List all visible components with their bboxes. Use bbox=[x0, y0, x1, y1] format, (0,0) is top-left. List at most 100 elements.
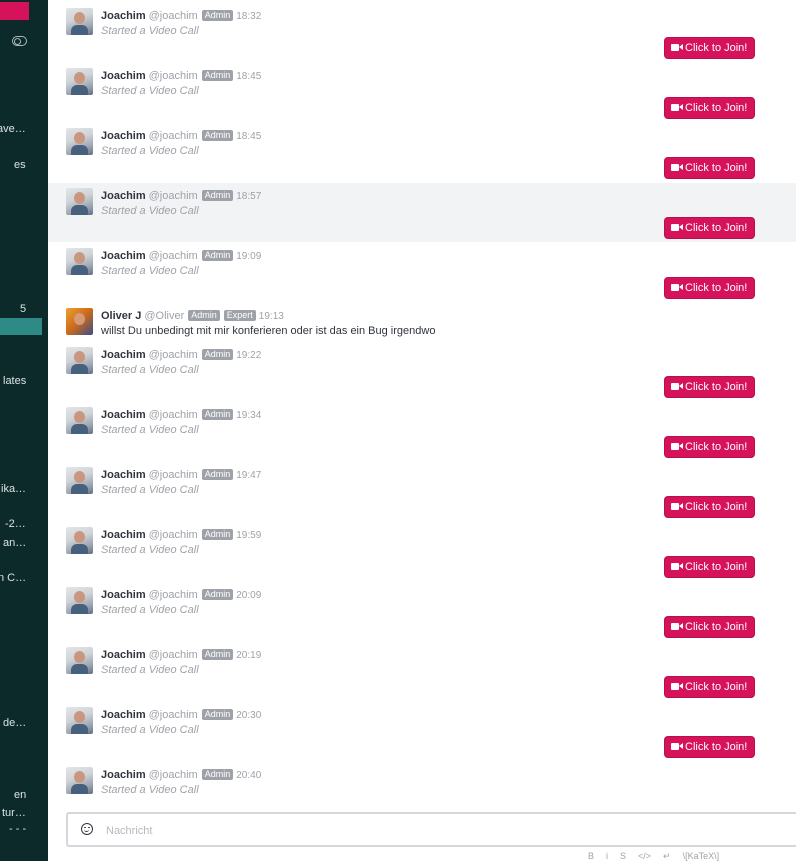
avatar[interactable] bbox=[66, 8, 93, 35]
join-call-label: Click to Join! bbox=[685, 441, 748, 453]
join-call-label: Click to Join! bbox=[685, 621, 748, 633]
join-call-button[interactable]: Click to Join! bbox=[665, 557, 754, 577]
sidebar-item[interactable]: es bbox=[14, 159, 26, 171]
video-camera-icon bbox=[671, 503, 683, 510]
author-name[interactable]: Joachim bbox=[101, 409, 146, 421]
sidebar-item[interactable]: ave… bbox=[0, 123, 26, 135]
join-call-button[interactable]: Click to Join! bbox=[665, 677, 754, 697]
sidebar-item[interactable]: ika… bbox=[1, 483, 26, 495]
avatar[interactable] bbox=[66, 308, 93, 335]
author-handle: @joachim bbox=[148, 649, 198, 661]
role-badge: Admin bbox=[201, 10, 234, 21]
sidebar-item[interactable]: lates bbox=[3, 375, 26, 387]
video-camera-icon bbox=[671, 383, 683, 390]
author-handle: @joachim bbox=[148, 130, 198, 142]
message-header: Joachim @joachim Admin 18:32 bbox=[101, 10, 261, 23]
bold-button[interactable]: B bbox=[588, 851, 594, 861]
message-header: Joachim @joachim Admin 18:45 bbox=[101, 130, 261, 143]
message-header: Joachim @joachim Admin 20:19 bbox=[101, 649, 261, 662]
join-call-label: Click to Join! bbox=[685, 381, 748, 393]
code-button[interactable]: </> bbox=[638, 851, 651, 861]
avatar[interactable] bbox=[66, 407, 93, 434]
join-call-button[interactable]: Click to Join! bbox=[665, 38, 754, 58]
message-body: Started a Video Call bbox=[101, 364, 199, 376]
sidebar-header-button[interactable] bbox=[0, 2, 29, 20]
join-call-button[interactable]: Click to Join! bbox=[665, 218, 754, 238]
message-body: Started a Video Call bbox=[101, 724, 199, 736]
author-name[interactable]: Joachim bbox=[101, 589, 146, 601]
avatar[interactable] bbox=[66, 647, 93, 674]
author-name[interactable]: Joachim bbox=[101, 469, 146, 481]
join-call-button[interactable]: Click to Join! bbox=[665, 737, 754, 757]
newline-button[interactable]: ↵ bbox=[663, 851, 671, 861]
message-header: Joachim @joachim Admin 19:22 bbox=[101, 349, 261, 362]
sidebar-item[interactable]: an… bbox=[3, 537, 26, 549]
sidebar-active-item[interactable] bbox=[0, 318, 42, 335]
author-name[interactable]: Joachim bbox=[101, 649, 146, 661]
author-name[interactable]: Joachim bbox=[101, 10, 146, 22]
sidebar-item[interactable]: -2… bbox=[5, 518, 26, 530]
message-body: Started a Video Call bbox=[101, 544, 199, 556]
author-name[interactable]: Joachim bbox=[101, 130, 146, 142]
sidebar-item[interactable]: 5 bbox=[20, 303, 26, 315]
katex-button[interactable]: \[KaTeX\] bbox=[683, 851, 720, 861]
avatar[interactable] bbox=[66, 707, 93, 734]
role-badge: Admin bbox=[201, 190, 234, 201]
message-time: 20:40 bbox=[236, 770, 262, 781]
author-name[interactable]: Joachim bbox=[101, 349, 146, 361]
join-call-label: Click to Join! bbox=[685, 741, 748, 753]
video-camera-icon bbox=[671, 164, 683, 171]
message-list: Joachim @joachim Admin 18:32 Started a Video… bbox=[48, 0, 796, 861]
message-body: Started a Video Call bbox=[101, 265, 199, 277]
sidebar-item[interactable]: - - - bbox=[9, 823, 26, 835]
message-time: 19:09 bbox=[236, 251, 262, 262]
avatar[interactable] bbox=[66, 68, 93, 95]
message-input[interactable] bbox=[104, 821, 788, 841]
join-call-label: Click to Join! bbox=[685, 561, 748, 573]
author-name[interactable]: Joachim bbox=[101, 529, 146, 541]
role-badge: Admin bbox=[201, 589, 234, 600]
avatar[interactable] bbox=[66, 587, 93, 614]
join-call-button[interactable]: Click to Join! bbox=[665, 377, 754, 397]
join-call-button[interactable]: Click to Join! bbox=[665, 437, 754, 457]
message-time: 19:13 bbox=[258, 311, 284, 322]
role-badge: Admin bbox=[201, 130, 234, 141]
message-header: Joachim @joachim Admin 20:40 bbox=[101, 769, 261, 782]
author-name[interactable]: Joachim bbox=[101, 709, 146, 721]
author-handle: @joachim bbox=[148, 70, 198, 82]
join-call-button[interactable]: Click to Join! bbox=[665, 278, 754, 298]
author-name[interactable]: Joachim bbox=[101, 769, 146, 781]
sidebar-item[interactable]: n C… bbox=[0, 572, 26, 584]
author-name[interactable]: Oliver J bbox=[101, 310, 141, 322]
role-badge: Admin bbox=[201, 709, 234, 720]
join-call-button[interactable]: Click to Join! bbox=[665, 497, 754, 517]
avatar[interactable] bbox=[66, 128, 93, 155]
author-name[interactable]: Joachim bbox=[101, 250, 146, 262]
message-time: 18:57 bbox=[236, 191, 262, 202]
join-call-button[interactable]: Click to Join! bbox=[665, 617, 754, 637]
avatar[interactable] bbox=[66, 347, 93, 374]
join-call-button[interactable]: Click to Join! bbox=[665, 98, 754, 118]
join-call-button[interactable]: Click to Join! bbox=[665, 158, 754, 178]
sidebar-item[interactable]: de… bbox=[3, 717, 26, 729]
avatar[interactable] bbox=[66, 767, 93, 794]
author-name[interactable]: Joachim bbox=[101, 190, 146, 202]
avatar[interactable] bbox=[66, 467, 93, 494]
message-time: 19:34 bbox=[236, 410, 262, 421]
author-name[interactable]: Joachim bbox=[101, 70, 146, 82]
toggle-icon[interactable] bbox=[12, 36, 27, 46]
avatar[interactable] bbox=[66, 527, 93, 554]
join-call-label: Click to Join! bbox=[685, 501, 748, 513]
emoji-icon[interactable] bbox=[81, 823, 93, 835]
italic-button[interactable]: i bbox=[606, 851, 608, 861]
join-call-label: Click to Join! bbox=[685, 42, 748, 54]
message-body: Started a Video Call bbox=[101, 604, 199, 616]
message-body: Started a Video Call bbox=[101, 85, 199, 97]
role-badge: Admin bbox=[201, 409, 234, 420]
sidebar-item[interactable]: tur… bbox=[2, 807, 26, 819]
sidebar-item[interactable]: en bbox=[14, 789, 26, 801]
strike-button[interactable]: S bbox=[620, 851, 626, 861]
avatar[interactable] bbox=[66, 248, 93, 275]
join-call-label: Click to Join! bbox=[685, 222, 748, 234]
avatar[interactable] bbox=[66, 188, 93, 215]
